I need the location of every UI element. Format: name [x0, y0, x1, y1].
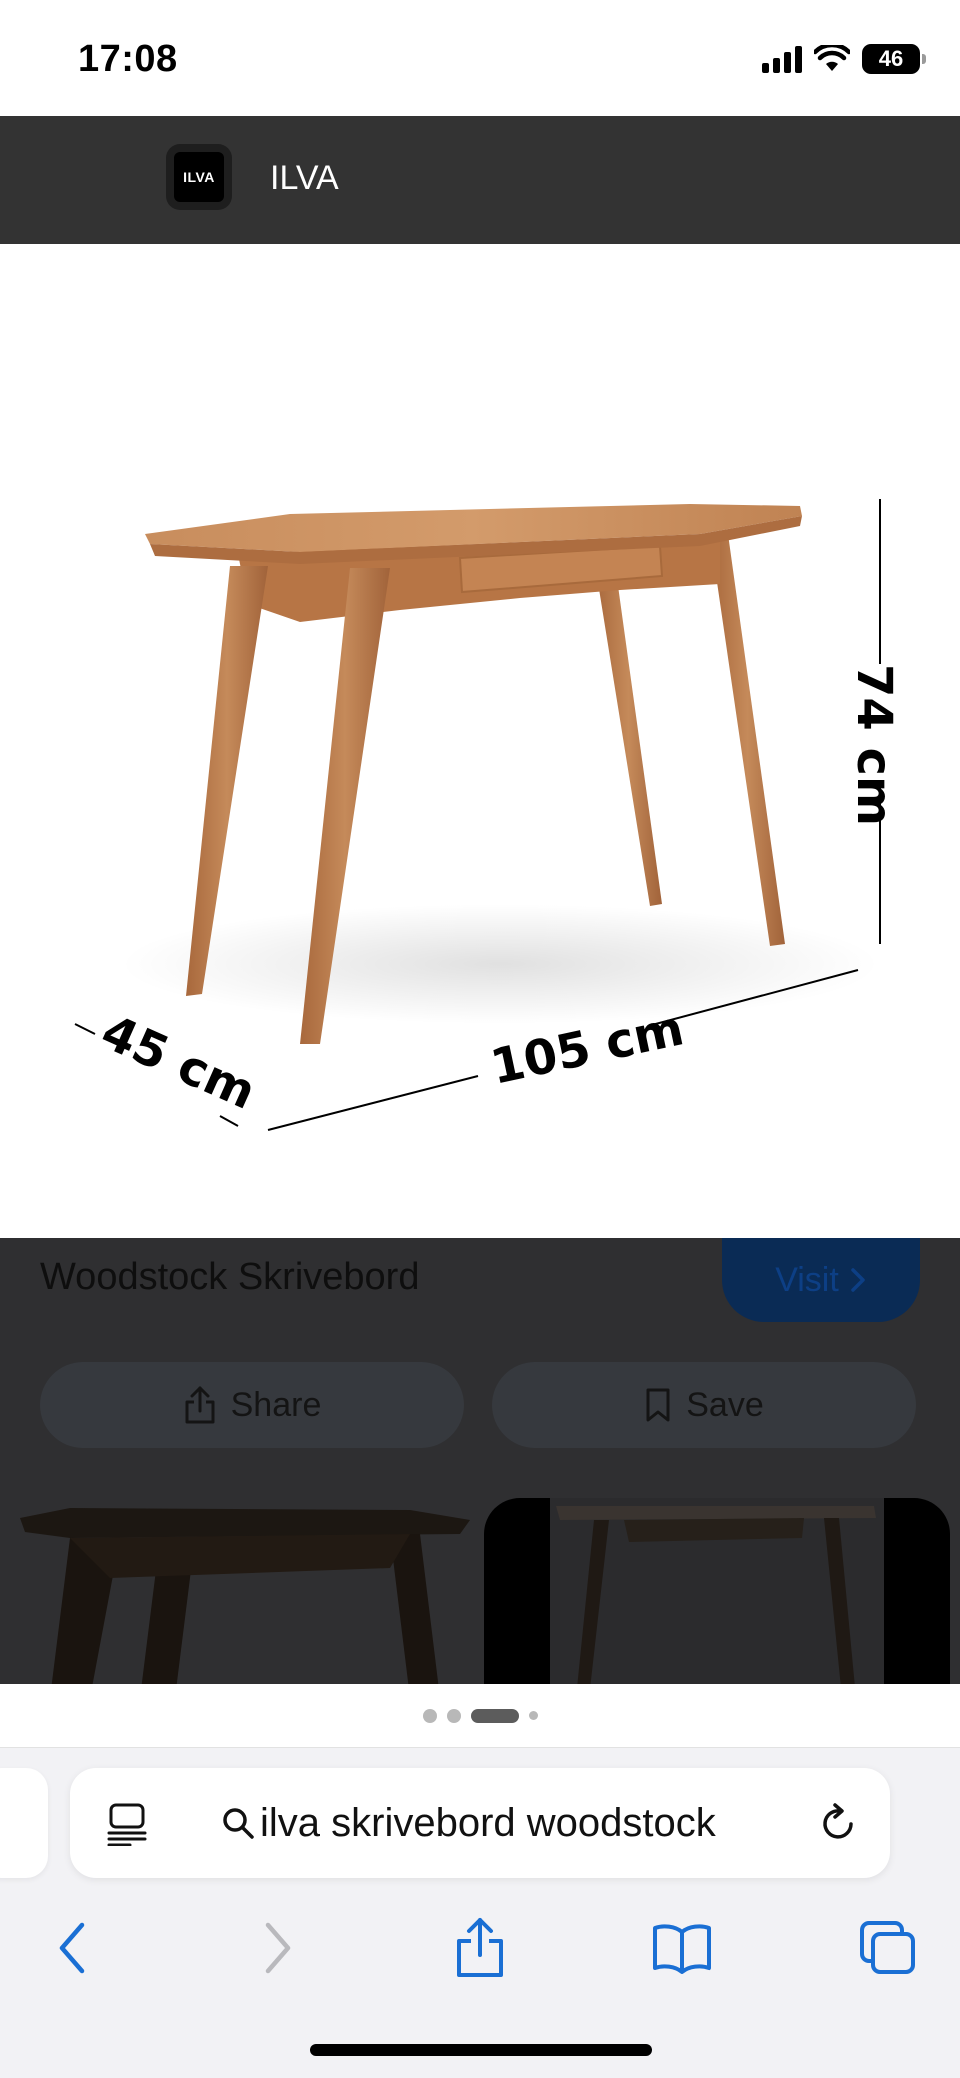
share-button-label: Share [230, 1385, 322, 1424]
back-chevron-icon [59, 1922, 85, 1974]
forward-button[interactable] [246, 1916, 310, 1980]
tabs-icon [860, 1921, 915, 1974]
source-name[interactable]: ILVA [270, 159, 339, 198]
product-info-panel: Woodstock Skrivebord Visit Share Save [0, 1238, 960, 1684]
book-icon [653, 1924, 711, 1974]
related-image-thumbnail[interactable] [484, 1498, 950, 1684]
wifi-icon [814, 45, 850, 71]
share-icon [457, 1918, 503, 1977]
dimension-depth-label: 45 cm [93, 1004, 264, 1121]
share-button[interactable]: Share [40, 1362, 464, 1448]
visit-button[interactable]: Visit [722, 1238, 920, 1322]
status-icons: 46 [762, 44, 926, 74]
search-icon [223, 1808, 254, 1839]
page-dot[interactable] [422, 1708, 437, 1723]
search-query[interactable]: ilva skrivebord woodstock [260, 1801, 716, 1846]
desk-illustration: 74 cm 45 cm 105 cm [74, 499, 902, 1131]
previous-tab-preview[interactable] [0, 1768, 48, 1878]
page-dot[interactable] [528, 1711, 538, 1720]
status-time: 17:08 [78, 38, 178, 80]
share-icon [185, 1386, 215, 1424]
cellular-signal-icon [762, 45, 802, 73]
home-indicator[interactable] [310, 2044, 652, 2056]
save-button[interactable]: Save [492, 1362, 916, 1448]
toolbar-share-button[interactable] [448, 1916, 512, 1980]
reader-icon[interactable] [106, 1802, 148, 1846]
product-title: Woodstock Skrivebord [40, 1256, 420, 1298]
search-field[interactable]: ilva skrivebord woodstock [220, 1768, 716, 1878]
tabs-button[interactable] [856, 1916, 920, 1980]
page-indicator[interactable] [0, 1684, 960, 1748]
browser-chrome: ilva skrivebord woodstock [0, 1748, 960, 2078]
dimension-height-label: 74 cm [846, 664, 902, 826]
bookmarks-button[interactable] [650, 1916, 714, 1980]
visit-button-label: Visit [775, 1260, 839, 1299]
browser-toolbar [0, 1898, 960, 1998]
product-image[interactable]: 74 cm 45 cm 105 cm [0, 244, 960, 1238]
source-logo-text: ILVA [174, 152, 224, 202]
desk-thumbnail-icon [20, 1508, 470, 1684]
back-button[interactable] [40, 1916, 104, 1980]
source-logo: ILVA [166, 144, 232, 210]
forward-chevron-icon [265, 1922, 291, 1974]
status-bar: 17:08 46 [0, 0, 960, 116]
battery-level: 46 [878, 46, 904, 71]
related-image-thumbnail[interactable] [10, 1498, 480, 1684]
address-bar[interactable]: ilva skrivebord woodstock [70, 1768, 890, 1878]
page-dot[interactable] [446, 1708, 461, 1723]
page-dot-active[interactable] [470, 1708, 519, 1723]
desk-thumbnail-icon [550, 1498, 884, 1684]
reload-icon[interactable] [818, 1802, 858, 1844]
source-header[interactable]: ILVA ILVA [0, 116, 960, 244]
chevron-right-icon [851, 1268, 865, 1292]
bookmark-icon [646, 1388, 670, 1422]
save-button-label: Save [686, 1385, 764, 1424]
battery-icon: 46 [862, 44, 926, 74]
